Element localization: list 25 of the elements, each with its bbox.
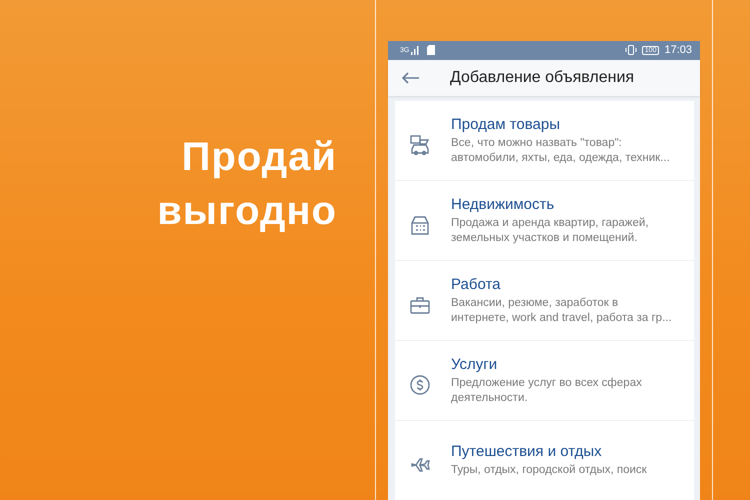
- category-title: Путешествия и отдых: [451, 443, 603, 460]
- category-description: Предложение услуг во всех сферах деятельности.: [451, 376, 642, 406]
- category-description: Туры, отдых, городской отдых, поиск: [451, 463, 647, 478]
- category-title: Работа: [451, 276, 502, 292]
- building-icon: [409, 214, 431, 236]
- back-arrow-icon[interactable]: [402, 72, 420, 84]
- category-title: Недвижимость: [451, 196, 556, 212]
- category-title: Услуги: [451, 356, 498, 372]
- category-description: Продажа и аренда квартир, гаражей, земельных участков и помещений.: [451, 216, 649, 246]
- vibrate-icon: [624, 45, 637, 56]
- category-item[interactable]: Путешествия и отдых Туры, отдых, городской отдых, поиск: [395, 421, 694, 500]
- promo-headline: Продай выгодно: [156, 134, 337, 235]
- category-item[interactable]: Работа Вакансии, резюме, заработок в интернете, work and travel, работа за гр...: [395, 261, 694, 340]
- clock-time: 17:03: [664, 44, 692, 56]
- category-item[interactable]: Продам товары Все, что можно назвать "товар": автомобили, яхты, еда, одежда, техник...: [395, 101, 694, 180]
- category-title: Продам товары: [451, 116, 562, 132]
- category-item[interactable]: Недвижимость Продажа и аренда квартир, гаражей, земельных участков и помещений.: [395, 181, 694, 260]
- dollar-coin-icon: [409, 374, 431, 396]
- screen-title: Добавление объявления: [450, 68, 634, 87]
- category-description: Вакансии, резюме, заработок в интернете, work and travel, работа за гр...: [451, 296, 672, 326]
- sim-card-icon: [427, 45, 436, 56]
- box-and-car-icon: [409, 134, 431, 156]
- signal-icon: [411, 46, 420, 55]
- category-item[interactable]: Услуги Предложение услуг во всех сферах деятельности.: [395, 341, 694, 420]
- category-description: Все, что можно назвать "товар": автомобили, яхты, еда, одежда, техник...: [451, 136, 670, 166]
